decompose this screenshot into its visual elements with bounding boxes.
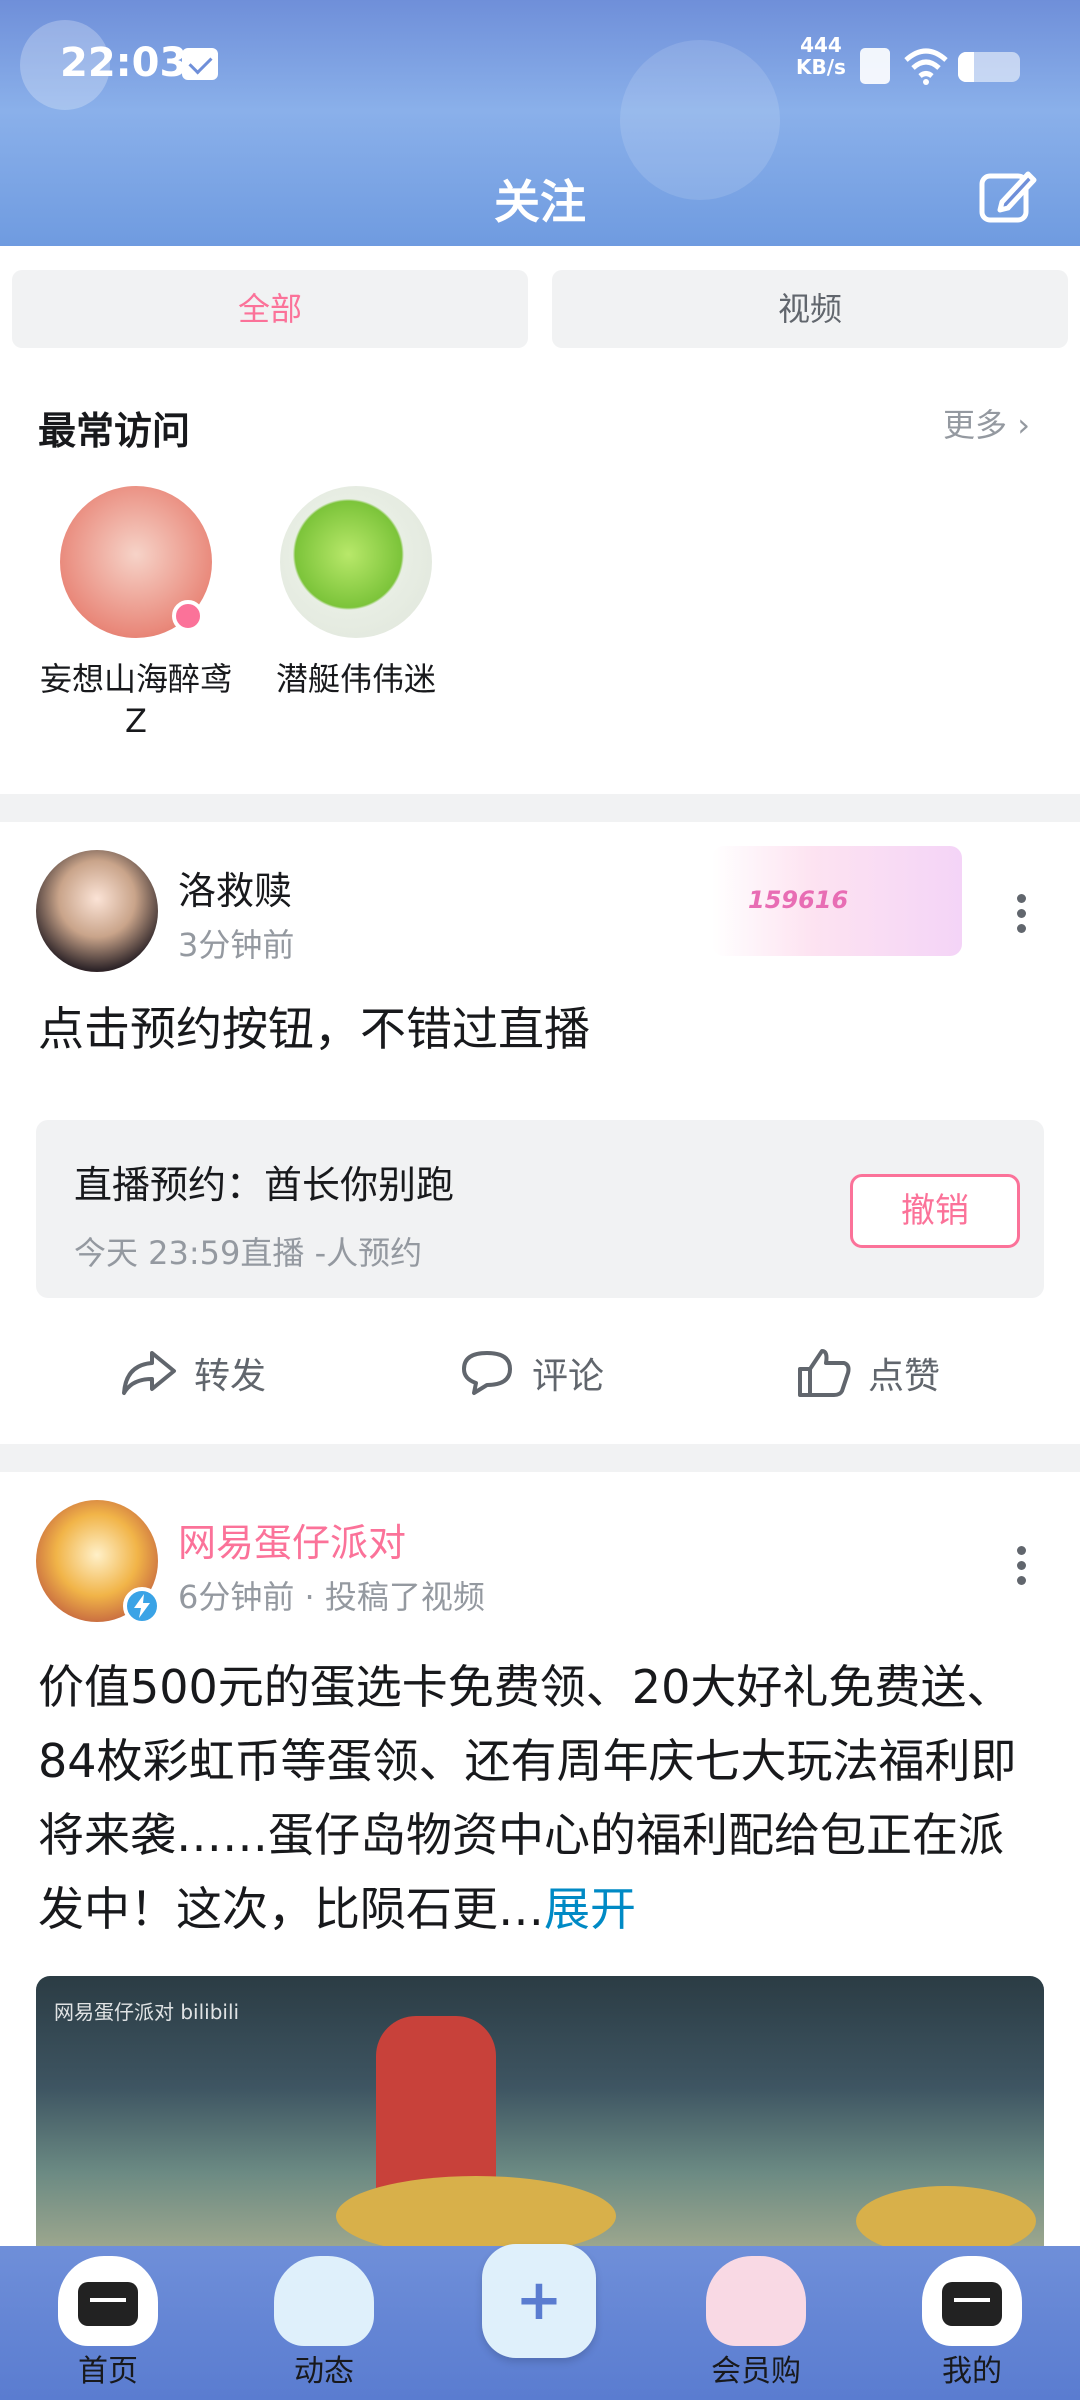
network-speed: 444 KB/s	[796, 34, 846, 78]
post-text: 点击预约按钮，不错过直播	[38, 1002, 590, 1056]
verified-icon	[123, 1587, 161, 1625]
post-text: 价值500元的蛋选卡免费领、20大好礼免费送、84枚彩虹币等蛋领、还有周年庆七大…	[38, 1650, 1048, 1946]
like-label: 点赞	[868, 1356, 941, 1397]
cancel-reservation-button[interactable]: 撤销	[850, 1174, 1020, 1248]
post-time: 3分钟前	[178, 926, 295, 964]
live-reservation-title: 直播预约：酋长你别跑	[74, 1163, 455, 1207]
share-label: 转发	[194, 1356, 267, 1397]
page-title: 关注	[494, 175, 586, 229]
like-button[interactable]: 点赞	[794, 1340, 940, 1406]
tab-all[interactable]: 全部	[12, 270, 528, 348]
post-body: 价值500元的蛋选卡免费领、20大好礼免费送、84枚彩虹币等蛋领、还有周年庆七大…	[38, 1660, 1017, 1936]
section-divider	[0, 794, 1080, 822]
section-divider	[0, 1444, 1080, 1472]
mail-icon	[182, 48, 218, 80]
post-more-icon[interactable]	[1015, 1540, 1027, 1590]
post-more-icon[interactable]	[1015, 888, 1027, 938]
nav-dynamic-label: 动态	[294, 2354, 354, 2389]
fan-badge-card[interactable]: 159616	[712, 846, 962, 956]
nav-mine-label: 我的	[942, 2354, 1002, 2389]
edit-icon[interactable]	[978, 166, 1038, 226]
status-bar: 22:03 444 KB/s	[0, 30, 1080, 100]
live-reservation-card[interactable]: 直播预约：酋长你别跑 今天 23:59直播 -人预约 撤销	[36, 1120, 1044, 1298]
feed-tabs: 全部 视频	[12, 270, 1068, 348]
post-author-avatar[interactable]	[36, 1500, 161, 1625]
share-button[interactable]: 转发	[120, 1340, 266, 1406]
frequent-user[interactable]: 潜艇伟伟迷	[256, 486, 456, 700]
comment-button[interactable]: 评论	[458, 1340, 604, 1406]
thumbs-up-icon	[798, 1349, 851, 1397]
frequent-user[interactable]: 妄想山海醉鸢Z	[36, 486, 236, 742]
wifi-icon	[904, 48, 948, 85]
home-tv-icon	[58, 2256, 158, 2346]
video-cover[interactable]: 网易蛋仔派对 bilibili	[36, 1976, 1044, 2256]
frequent-user-name: 潜艇伟伟迷	[275, 660, 436, 698]
nav-mall-label: 会员购	[711, 2354, 801, 2389]
plus-icon: +	[515, 2268, 563, 2333]
mall-mascot-icon	[706, 2256, 806, 2346]
post-meta: 6分钟前 · 投稿了视频	[178, 1578, 485, 1616]
avatar	[60, 486, 212, 638]
header-banner: 22:03 444 KB/s 关注	[0, 0, 1080, 246]
post-author-avatar[interactable]	[36, 850, 158, 972]
publish-plus-button[interactable]: +	[482, 2244, 596, 2358]
frequent-title: 最常访问	[38, 409, 191, 453]
post-author-name[interactable]: 网易蛋仔派对	[178, 1512, 406, 1567]
nav-home-label: 首页	[78, 2354, 138, 2389]
frequent-user-name: 妄想山海醉鸢Z	[39, 660, 232, 740]
network-speed-unit: KB/s	[796, 55, 846, 79]
live-indicator	[172, 600, 204, 632]
mine-tv-icon	[922, 2256, 1022, 2346]
nav-dynamic[interactable]: 动态	[244, 2246, 404, 2400]
post-author-name[interactable]: 洛救赎	[178, 860, 292, 915]
share-icon	[122, 1351, 176, 1395]
expand-link[interactable]: 展开	[544, 1882, 636, 1936]
live-reservation-subtitle: 今天 23:59直播 -人预约	[74, 1234, 423, 1272]
battery-icon	[958, 52, 1020, 82]
comment-label: 评论	[532, 1356, 605, 1397]
nav-mall[interactable]: 会员购	[676, 2246, 836, 2400]
video-watermark: 网易蛋仔派对 bilibili	[54, 2000, 240, 2024]
dynamic-mascot-icon	[274, 2256, 374, 2346]
bottom-navigation: 首页 动态 + 会员购 我的	[0, 2244, 1080, 2400]
network-speed-value: 444	[800, 33, 842, 57]
avatar	[280, 486, 432, 638]
status-time: 22:03	[60, 40, 188, 86]
frequent-more-link[interactable]: 更多 ›	[943, 400, 1030, 446]
fan-badge-number: 159616	[748, 886, 849, 914]
tab-video[interactable]: 视频	[552, 270, 1068, 348]
sim-icon	[860, 48, 890, 84]
nav-home[interactable]: 首页	[28, 2246, 188, 2400]
comment-icon	[462, 1351, 512, 1395]
nav-mine[interactable]: 我的	[892, 2246, 1052, 2400]
